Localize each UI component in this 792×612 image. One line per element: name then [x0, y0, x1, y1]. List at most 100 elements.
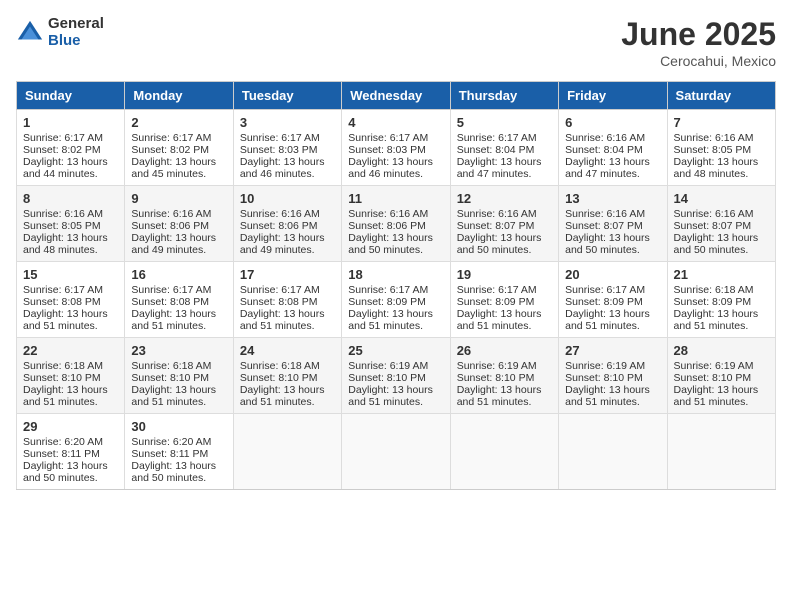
table-cell: 6Sunrise: 6:16 AMSunset: 8:04 PMDaylight…	[559, 110, 667, 186]
daylight-text: Daylight: 13 hours and 46 minutes.	[240, 156, 335, 180]
sunset-text: Sunset: 8:10 PM	[457, 372, 552, 384]
sunrise-text: Sunrise: 6:19 AM	[565, 360, 660, 372]
col-tuesday: Tuesday	[233, 82, 341, 110]
sunset-text: Sunset: 8:11 PM	[131, 448, 226, 460]
sunrise-text: Sunrise: 6:16 AM	[23, 208, 118, 220]
table-cell: 8Sunrise: 6:16 AMSunset: 8:05 PMDaylight…	[17, 186, 125, 262]
day-number: 17	[240, 267, 335, 282]
sunset-text: Sunset: 8:04 PM	[565, 144, 660, 156]
sunrise-text: Sunrise: 6:20 AM	[23, 436, 118, 448]
sunset-text: Sunset: 8:10 PM	[131, 372, 226, 384]
sunset-text: Sunset: 8:06 PM	[240, 220, 335, 232]
sunset-text: Sunset: 8:02 PM	[131, 144, 226, 156]
sunrise-text: Sunrise: 6:18 AM	[23, 360, 118, 372]
day-number: 18	[348, 267, 443, 282]
sunrise-text: Sunrise: 6:19 AM	[457, 360, 552, 372]
calendar-week-row: 22Sunrise: 6:18 AMSunset: 8:10 PMDayligh…	[17, 338, 776, 414]
sunset-text: Sunset: 8:10 PM	[348, 372, 443, 384]
sunset-text: Sunset: 8:09 PM	[674, 296, 769, 308]
calendar-header-row: Sunday Monday Tuesday Wednesday Thursday…	[17, 82, 776, 110]
table-cell	[450, 414, 558, 490]
calendar-week-row: 1Sunrise: 6:17 AMSunset: 8:02 PMDaylight…	[17, 110, 776, 186]
table-cell: 1Sunrise: 6:17 AMSunset: 8:02 PMDaylight…	[17, 110, 125, 186]
daylight-text: Daylight: 13 hours and 50 minutes.	[674, 232, 769, 256]
sunrise-text: Sunrise: 6:16 AM	[565, 208, 660, 220]
daylight-text: Daylight: 13 hours and 51 minutes.	[348, 384, 443, 408]
sunset-text: Sunset: 8:08 PM	[240, 296, 335, 308]
sunrise-text: Sunrise: 6:18 AM	[240, 360, 335, 372]
sunset-text: Sunset: 8:02 PM	[23, 144, 118, 156]
col-saturday: Saturday	[667, 82, 775, 110]
table-cell: 24Sunrise: 6:18 AMSunset: 8:10 PMDayligh…	[233, 338, 341, 414]
sunrise-text: Sunrise: 6:16 AM	[240, 208, 335, 220]
table-cell: 30Sunrise: 6:20 AMSunset: 8:11 PMDayligh…	[125, 414, 233, 490]
sunset-text: Sunset: 8:07 PM	[674, 220, 769, 232]
table-cell: 3Sunrise: 6:17 AMSunset: 8:03 PMDaylight…	[233, 110, 341, 186]
table-cell: 19Sunrise: 6:17 AMSunset: 8:09 PMDayligh…	[450, 262, 558, 338]
table-cell: 21Sunrise: 6:18 AMSunset: 8:09 PMDayligh…	[667, 262, 775, 338]
table-cell: 22Sunrise: 6:18 AMSunset: 8:10 PMDayligh…	[17, 338, 125, 414]
sunset-text: Sunset: 8:06 PM	[131, 220, 226, 232]
logo-text: General Blue	[48, 16, 104, 49]
day-number: 1	[23, 115, 118, 130]
logo: General Blue	[16, 16, 104, 49]
sunset-text: Sunset: 8:06 PM	[348, 220, 443, 232]
daylight-text: Daylight: 13 hours and 51 minutes.	[240, 384, 335, 408]
day-number: 16	[131, 267, 226, 282]
day-number: 5	[457, 115, 552, 130]
day-number: 13	[565, 191, 660, 206]
sunrise-text: Sunrise: 6:16 AM	[565, 132, 660, 144]
day-number: 3	[240, 115, 335, 130]
table-cell	[559, 414, 667, 490]
sunrise-text: Sunrise: 6:16 AM	[457, 208, 552, 220]
table-cell: 29Sunrise: 6:20 AMSunset: 8:11 PMDayligh…	[17, 414, 125, 490]
table-cell	[667, 414, 775, 490]
table-cell: 7Sunrise: 6:16 AMSunset: 8:05 PMDaylight…	[667, 110, 775, 186]
day-number: 14	[674, 191, 769, 206]
sunrise-text: Sunrise: 6:18 AM	[674, 284, 769, 296]
daylight-text: Daylight: 13 hours and 48 minutes.	[23, 232, 118, 256]
table-cell	[233, 414, 341, 490]
daylight-text: Daylight: 13 hours and 51 minutes.	[674, 384, 769, 408]
day-number: 26	[457, 343, 552, 358]
sunset-text: Sunset: 8:08 PM	[23, 296, 118, 308]
sunrise-text: Sunrise: 6:17 AM	[131, 132, 226, 144]
sunrise-text: Sunrise: 6:19 AM	[674, 360, 769, 372]
calendar-week-row: 8Sunrise: 6:16 AMSunset: 8:05 PMDaylight…	[17, 186, 776, 262]
col-monday: Monday	[125, 82, 233, 110]
table-cell: 12Sunrise: 6:16 AMSunset: 8:07 PMDayligh…	[450, 186, 558, 262]
sunrise-text: Sunrise: 6:17 AM	[23, 132, 118, 144]
daylight-text: Daylight: 13 hours and 51 minutes.	[240, 308, 335, 332]
col-thursday: Thursday	[450, 82, 558, 110]
sunset-text: Sunset: 8:09 PM	[457, 296, 552, 308]
day-number: 15	[23, 267, 118, 282]
table-cell	[342, 414, 450, 490]
table-cell: 4Sunrise: 6:17 AMSunset: 8:03 PMDaylight…	[342, 110, 450, 186]
day-number: 22	[23, 343, 118, 358]
day-number: 8	[23, 191, 118, 206]
day-number: 28	[674, 343, 769, 358]
sunrise-text: Sunrise: 6:17 AM	[348, 284, 443, 296]
sunset-text: Sunset: 8:07 PM	[457, 220, 552, 232]
daylight-text: Daylight: 13 hours and 51 minutes.	[674, 308, 769, 332]
sunset-text: Sunset: 8:09 PM	[565, 296, 660, 308]
sunrise-text: Sunrise: 6:16 AM	[674, 132, 769, 144]
sunset-text: Sunset: 8:08 PM	[131, 296, 226, 308]
header: General Blue June 2025 Cerocahui, Mexico	[16, 16, 776, 69]
daylight-text: Daylight: 13 hours and 47 minutes.	[565, 156, 660, 180]
table-cell: 28Sunrise: 6:19 AMSunset: 8:10 PMDayligh…	[667, 338, 775, 414]
logo-blue-text: Blue	[48, 33, 104, 50]
col-wednesday: Wednesday	[342, 82, 450, 110]
calendar-body: 1Sunrise: 6:17 AMSunset: 8:02 PMDaylight…	[17, 110, 776, 490]
table-cell: 11Sunrise: 6:16 AMSunset: 8:06 PMDayligh…	[342, 186, 450, 262]
sunset-text: Sunset: 8:05 PM	[674, 144, 769, 156]
calendar-subtitle: Cerocahui, Mexico	[621, 53, 776, 69]
table-cell: 17Sunrise: 6:17 AMSunset: 8:08 PMDayligh…	[233, 262, 341, 338]
daylight-text: Daylight: 13 hours and 47 minutes.	[457, 156, 552, 180]
day-number: 9	[131, 191, 226, 206]
day-number: 23	[131, 343, 226, 358]
day-number: 2	[131, 115, 226, 130]
table-cell: 18Sunrise: 6:17 AMSunset: 8:09 PMDayligh…	[342, 262, 450, 338]
daylight-text: Daylight: 13 hours and 46 minutes.	[348, 156, 443, 180]
sunrise-text: Sunrise: 6:17 AM	[131, 284, 226, 296]
